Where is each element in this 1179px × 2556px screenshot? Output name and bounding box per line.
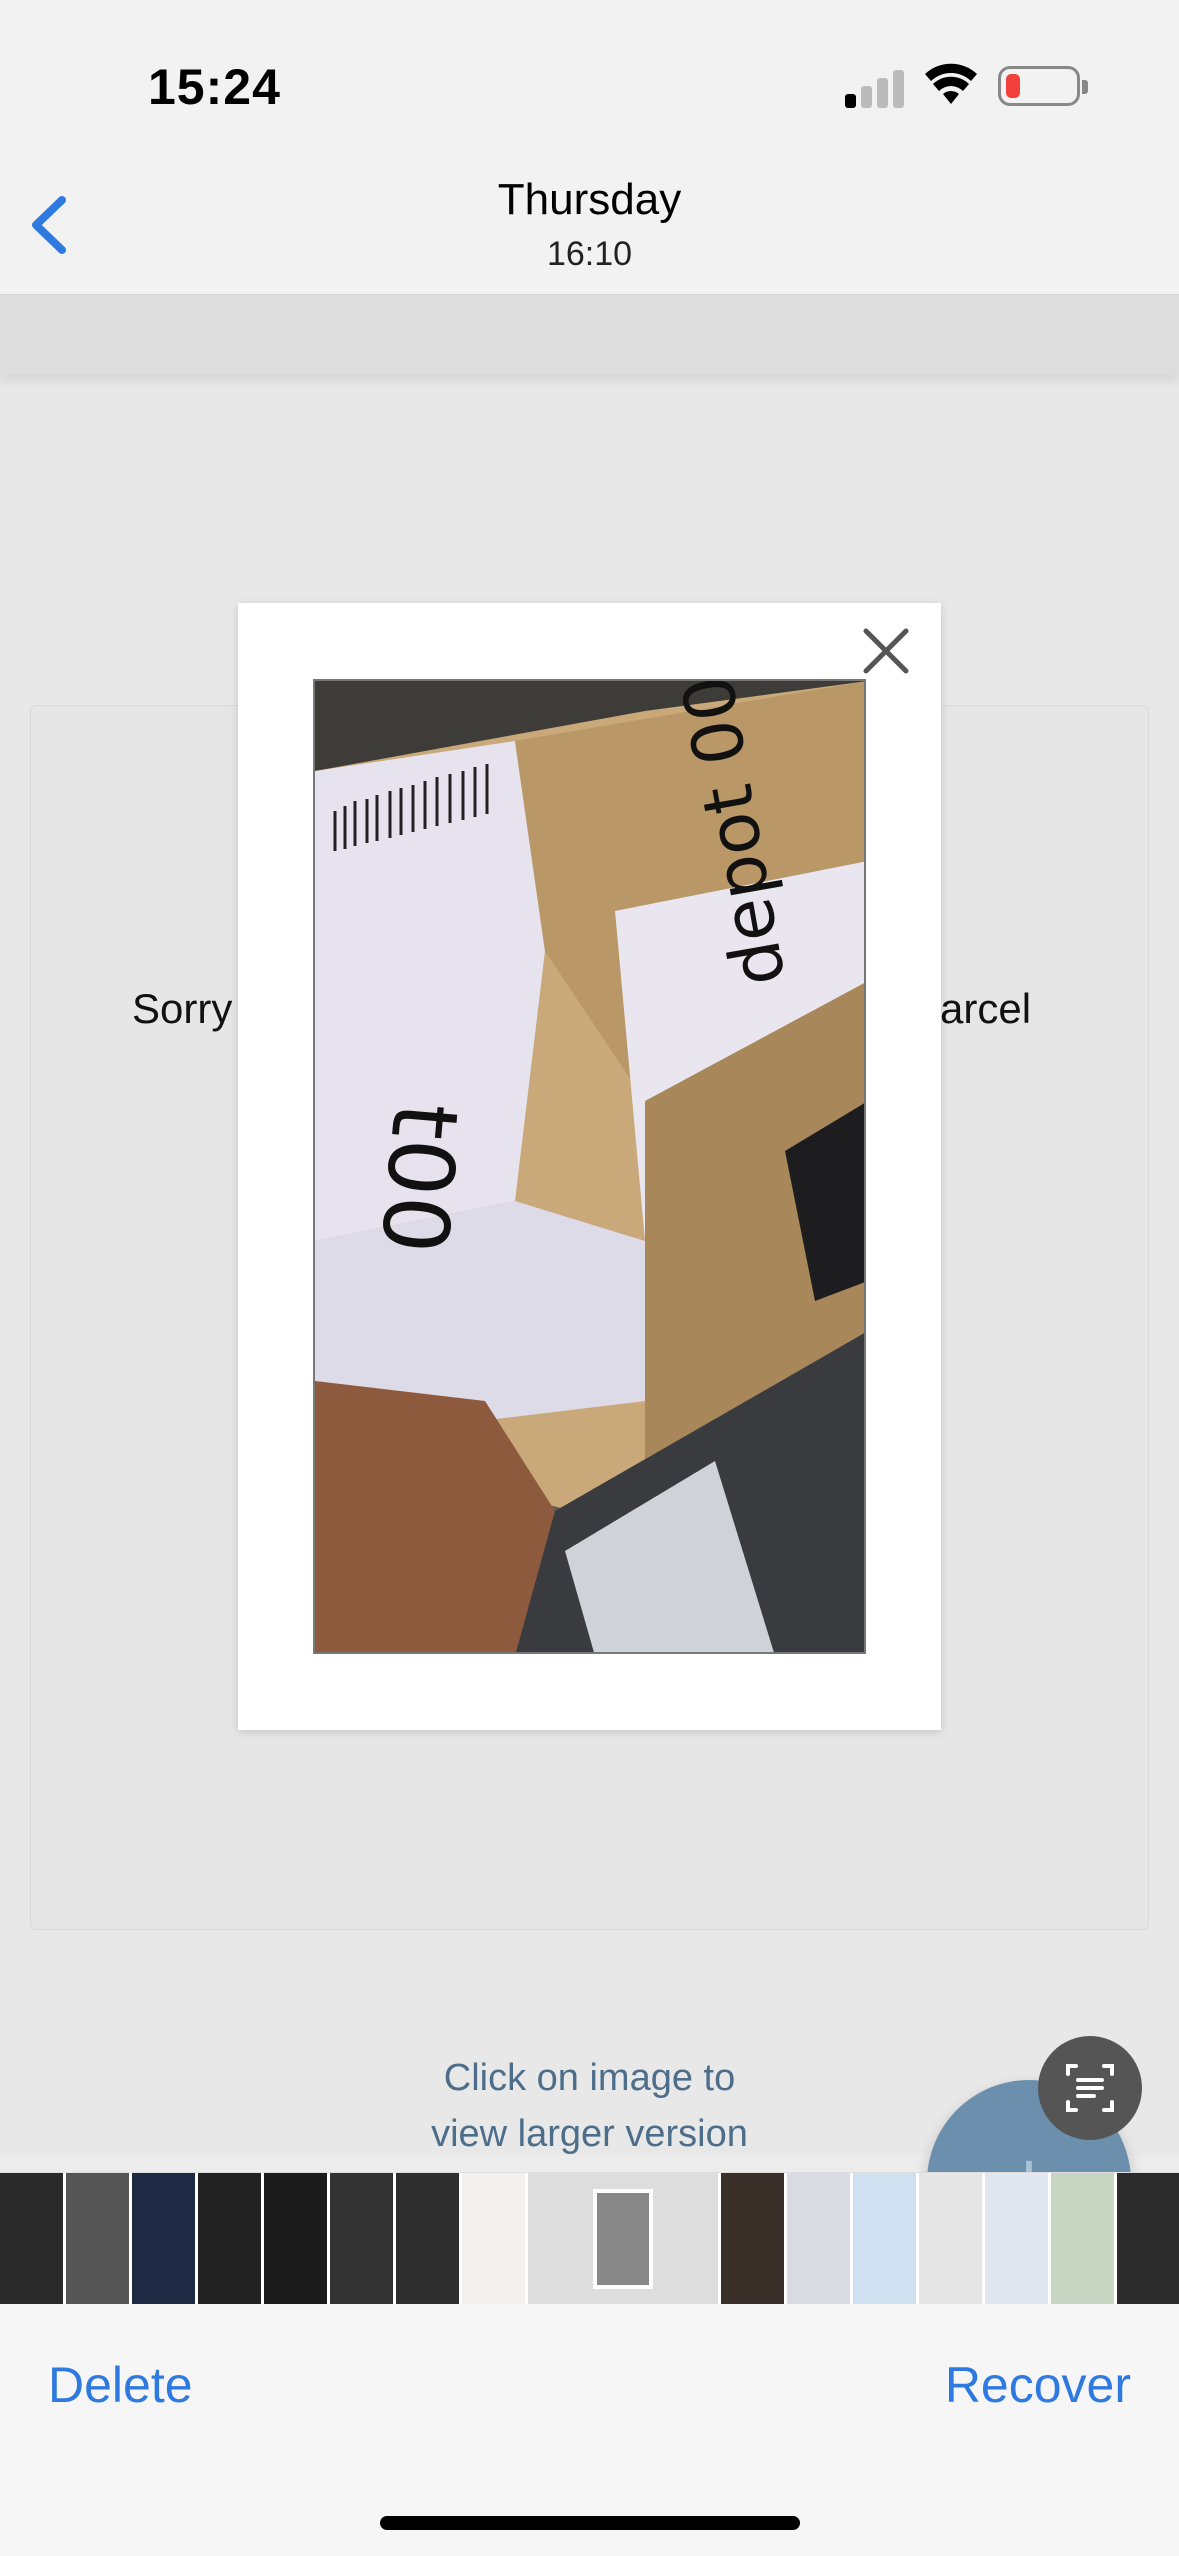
thumbnail[interactable] [330,2173,393,2304]
thumbnail[interactable] [1051,2173,1114,2304]
thumbnail[interactable] [132,2173,195,2304]
bottom-toolbar: Delete Recover [0,2304,1179,2556]
thumbnail[interactable] [0,2173,63,2304]
home-indicator[interactable] [380,2516,800,2530]
thumbnail[interactable] [198,2173,261,2304]
cellular-signal-icon [845,66,905,108]
close-icon[interactable] [860,625,912,677]
thumbnail[interactable] [721,2173,784,2304]
wifi-icon [925,63,977,104]
background-text-left: Sorry [132,985,233,1032]
recover-button[interactable]: Recover [945,2356,1131,2414]
nav-subtitle: 16:10 [546,235,633,273]
top-bar: 15:24 Thursday 16:10 [0,0,1179,295]
live-text-icon [1066,2064,1114,2112]
delete-button[interactable]: Delete [48,2356,193,2414]
thumbnail-selected[interactable] [528,2173,718,2304]
thumbnail-strip[interactable] [0,2172,1179,2304]
thumbnail[interactable] [787,2173,850,2304]
battery-icon [998,66,1088,106]
background-text-right: arcel [940,985,1032,1032]
thumbnail[interactable] [919,2173,982,2304]
status-time: 15:24 [148,59,281,115]
parcel-photo[interactable]: t00 depot 00 [313,679,866,1654]
thumbnail[interactable] [985,2173,1048,2304]
damaged-parcel-image: t00 depot 00 [315,681,864,1652]
background-header [0,295,1179,375]
nav-title: Thursday [497,175,682,224]
thumbnail[interactable] [1117,2173,1179,2304]
thumbnail[interactable] [264,2173,327,2304]
thumbnail[interactable] [462,2173,525,2304]
image-modal: t00 depot 00 [238,603,941,1730]
live-text-button[interactable] [1038,2036,1142,2140]
thumbnail[interactable] [396,2173,459,2304]
svg-text:t00: t00 [360,1099,478,1257]
thumbnail[interactable] [853,2173,916,2304]
thumbnail[interactable] [66,2173,129,2304]
